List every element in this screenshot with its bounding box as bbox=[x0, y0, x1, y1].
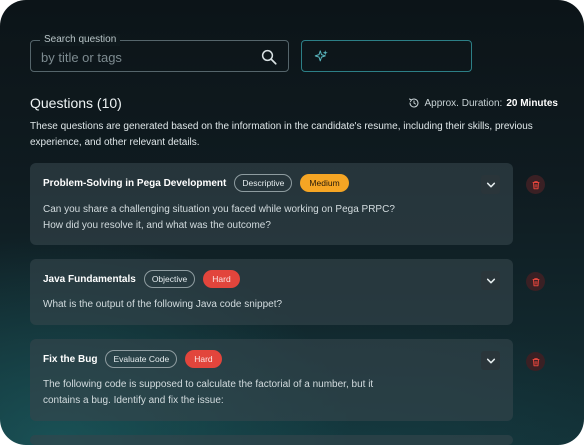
expand-button[interactable] bbox=[481, 175, 500, 194]
question-card-header: Java Fundamentals Objective Hard bbox=[43, 270, 240, 288]
app-frame: Search question Questions (10) Approx. D… bbox=[0, 0, 584, 445]
question-card[interactable]: Fix the Bug Evaluate Code Hard The follo… bbox=[30, 339, 513, 421]
ai-search-field[interactable] bbox=[301, 40, 472, 72]
difficulty-badge: Hard bbox=[203, 270, 240, 288]
difficulty-badge: Medium bbox=[300, 174, 349, 192]
question-text-line: What is the output of the following Java… bbox=[43, 299, 283, 310]
duration-value: 20 Minutes bbox=[506, 97, 558, 109]
question-type-chip: Objective bbox=[143, 270, 196, 288]
trash-icon bbox=[532, 180, 539, 189]
delete-question-button[interactable] bbox=[526, 272, 545, 291]
delete-question-button[interactable] bbox=[526, 175, 545, 194]
question-card-header: Fix the Bug Evaluate Code Hard bbox=[43, 350, 222, 368]
search-icon[interactable] bbox=[260, 48, 278, 66]
trash-icon bbox=[532, 277, 539, 286]
expand-button[interactable] bbox=[481, 351, 500, 370]
duration-info: Approx. Duration: 20 Minutes bbox=[408, 97, 558, 109]
question-title: Fix the Bug bbox=[43, 353, 98, 365]
question-card[interactable] bbox=[30, 435, 513, 445]
question-text: The following code is supposed to calcul… bbox=[43, 377, 373, 409]
question-type-chip: Descriptive bbox=[234, 174, 293, 192]
question-card-header: Problem-Solving in Pega Development Desc… bbox=[43, 174, 349, 192]
question-text-line: How did you resolve it, and what was the… bbox=[43, 220, 271, 231]
clock-icon bbox=[409, 98, 419, 108]
question-title: Problem-Solving in Pega Development bbox=[43, 177, 227, 189]
sparkle-icon bbox=[314, 50, 328, 62]
question-text-line: Can you share a challenging situation yo… bbox=[43, 204, 395, 215]
duration-label: Approx. Duration: bbox=[424, 97, 503, 109]
question-card[interactable]: Java Fundamentals Objective Hard What is… bbox=[30, 259, 513, 325]
questions-description: These questions are generated based on t… bbox=[30, 121, 533, 148]
questions-title: Questions (10) bbox=[30, 95, 122, 111]
chevron-down-icon bbox=[486, 358, 495, 363]
search-label: Search question bbox=[40, 34, 121, 46]
question-text-line: contains a bug. Identify and fix the iss… bbox=[43, 395, 224, 406]
question-card[interactable]: Problem-Solving in Pega Development Desc… bbox=[30, 163, 513, 245]
question-title: Java Fundamentals bbox=[43, 273, 136, 285]
search-input[interactable] bbox=[41, 48, 251, 66]
question-type-chip: Evaluate Code bbox=[105, 350, 178, 368]
delete-question-button[interactable] bbox=[526, 352, 545, 371]
question-text: Can you share a challenging situation yo… bbox=[43, 202, 395, 234]
trash-icon bbox=[532, 357, 539, 366]
expand-button[interactable] bbox=[481, 271, 500, 290]
chevron-down-icon bbox=[486, 278, 495, 283]
search-field[interactable]: Search question bbox=[30, 34, 289, 72]
difficulty-badge: Hard bbox=[185, 350, 222, 368]
chevron-down-icon bbox=[486, 182, 495, 187]
question-text: What is the output of the following Java… bbox=[43, 297, 282, 313]
question-text-line: The following code is supposed to calcul… bbox=[43, 379, 374, 390]
